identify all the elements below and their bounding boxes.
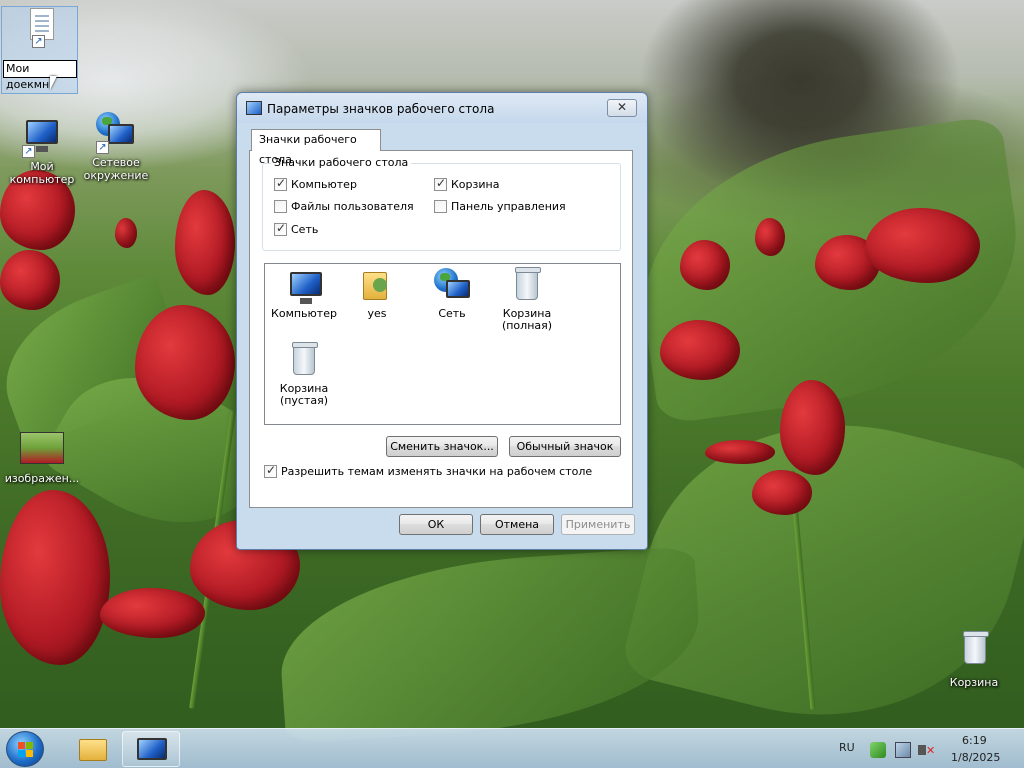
taskbar-display-settings-button[interactable] [122, 731, 180, 767]
checkbox-box[interactable] [274, 200, 287, 213]
dialog-title: Параметры значков рабочего стола [267, 102, 495, 116]
wallpaper-tulip [135, 305, 235, 420]
taskbar: RU ✕ 6:19 1/8/2025 [0, 728, 1024, 768]
computer-icon [286, 268, 322, 304]
user-folder-icon [359, 268, 395, 304]
action-center-icon[interactable] [870, 742, 886, 758]
change-icon-button[interactable]: Сменить значок... [386, 436, 498, 457]
wallpaper-foliage [274, 545, 706, 745]
desktop-icon-my-documents[interactable]: ↗ Мои доекмн [0, 4, 84, 94]
computer-icon: ↗ [22, 116, 62, 158]
desktop-icon-label: Мой компьютер [9, 160, 75, 186]
close-button[interactable]: ✕ [607, 99, 637, 117]
wallpaper-tulip [680, 240, 730, 290]
list-item-recycle-bin-full[interactable]: Корзина (полная) [491, 267, 563, 332]
network-icon [434, 268, 470, 304]
list-item-label: (пустая) [279, 394, 329, 407]
checkbox-label: Панель управления [451, 200, 566, 213]
image-file-icon [20, 432, 64, 468]
checkbox-label: Сеть [291, 223, 319, 236]
clock-time[interactable]: 6:19 [962, 734, 987, 747]
dialog-title-icon [246, 101, 262, 115]
wallpaper-tulip [0, 250, 60, 310]
display-icon [137, 738, 167, 760]
checkbox-box[interactable] [274, 176, 287, 191]
apply-button[interactable]: Применить [561, 514, 635, 535]
wallpaper-tulip [0, 490, 110, 665]
tab-panel: Значки рабочего стола Компьютер Корзина … [249, 150, 633, 508]
rename-input[interactable]: Мои доекмн [3, 60, 77, 91]
start-button[interactable] [6, 731, 44, 767]
volume-muted-icon[interactable]: ✕ [918, 742, 935, 758]
clock-date[interactable]: 1/8/2025 [951, 751, 1000, 764]
cancel-button[interactable]: Отмена [480, 514, 554, 535]
list-item-computer[interactable]: Компьютер [268, 268, 340, 320]
wallpaper-tulip [175, 190, 235, 295]
ok-button[interactable]: ОК [399, 514, 473, 535]
checkbox-box[interactable] [264, 463, 277, 478]
network-icon: ↗ [96, 112, 136, 154]
checkbox-label: Разрешить темам изменять значки на рабоч… [281, 465, 593, 478]
shortcut-arrow-icon: ↗ [32, 35, 45, 48]
wallpaper-tulip [115, 218, 137, 248]
wallpaper-tulip [780, 380, 845, 475]
shortcut-arrow-icon: ↗ [22, 145, 35, 158]
recycle-bin-full-icon [509, 267, 545, 304]
desktop-icon-settings-dialog: Параметры значков рабочего стола ✕ Значк… [236, 92, 648, 550]
wallpaper-tulip [705, 440, 775, 464]
folder-icon [79, 739, 107, 761]
desktop-icon-recycle-bin[interactable]: Корзина [932, 631, 1016, 689]
checkbox-box[interactable] [434, 200, 447, 213]
dialog-titlebar[interactable]: Параметры значков рабочего стола ✕ [237, 93, 647, 123]
mouse-cursor [50, 76, 57, 90]
desktop-icon-network[interactable]: ↗ Сетевое окружение [74, 112, 158, 182]
desktop-icons-group: Значки рабочего стола Компьютер Корзина … [262, 156, 621, 251]
wallpaper-tulip [660, 320, 740, 380]
network-status-icon[interactable] [895, 742, 911, 758]
checkbox-label: Компьютер [291, 178, 357, 191]
list-item-label: (полная) [501, 319, 553, 332]
desktop-icon-my-computer[interactable]: ↗ Мой компьютер [0, 116, 84, 186]
checkbox-box[interactable] [434, 176, 447, 191]
taskbar-explorer-button[interactable] [62, 731, 120, 767]
windows-logo-icon [18, 742, 34, 758]
checkbox-network[interactable]: Сеть [274, 221, 319, 236]
default-icon-button[interactable]: Обычный значок [509, 436, 621, 457]
shortcut-arrow-icon: ↗ [96, 141, 109, 154]
wallpaper-tulip [865, 208, 980, 283]
dialog-body: Значки рабочего стола Значки рабочего ст… [248, 124, 636, 508]
wallpaper-tulip [755, 218, 785, 256]
checkbox-recycle-bin[interactable]: Корзина [434, 176, 500, 191]
documents-icon: ↗ [22, 6, 62, 48]
icons-list[interactable]: Компьютер yes Сеть Корзина (полная) Корз… [264, 263, 621, 425]
group-title: Значки рабочего стола [271, 156, 412, 169]
checkbox-box[interactable] [274, 221, 287, 236]
checkbox-user-files[interactable]: Файлы пользователя [274, 200, 414, 213]
desktop-icon-image[interactable]: изображен... [0, 432, 84, 485]
checkbox-allow-themes[interactable]: Разрешить темам изменять значки на рабоч… [264, 463, 593, 478]
checkbox-control-panel[interactable]: Панель управления [434, 200, 566, 213]
recycle-bin-empty-icon [286, 342, 322, 379]
list-item-recycle-bin-empty[interactable]: Корзина (пустая) [268, 342, 340, 407]
close-icon: ✕ [616, 100, 628, 114]
checkbox-label: Корзина [451, 178, 500, 191]
checkbox-label: Файлы пользователя [291, 200, 414, 213]
recycle-bin-icon [954, 631, 994, 672]
list-item-user-folder[interactable]: yes [341, 268, 413, 320]
tab-desktop-icons[interactable]: Значки рабочего стола [251, 129, 381, 166]
desktop-icon-label: Корзина [949, 676, 999, 689]
list-item-label: yes [367, 307, 387, 320]
list-item-network[interactable]: Сеть [416, 268, 488, 320]
list-item-label: Компьютер [271, 307, 337, 320]
desktop-icon-label: изображен... [4, 472, 80, 485]
wallpaper-tulip [100, 588, 205, 638]
list-item-label: Сеть [438, 307, 466, 320]
wallpaper-tulip [752, 470, 812, 515]
desktop-icon-label: Сетевое окружение [83, 156, 149, 182]
language-indicator[interactable]: RU [839, 741, 855, 754]
checkbox-computer[interactable]: Компьютер [274, 176, 357, 191]
